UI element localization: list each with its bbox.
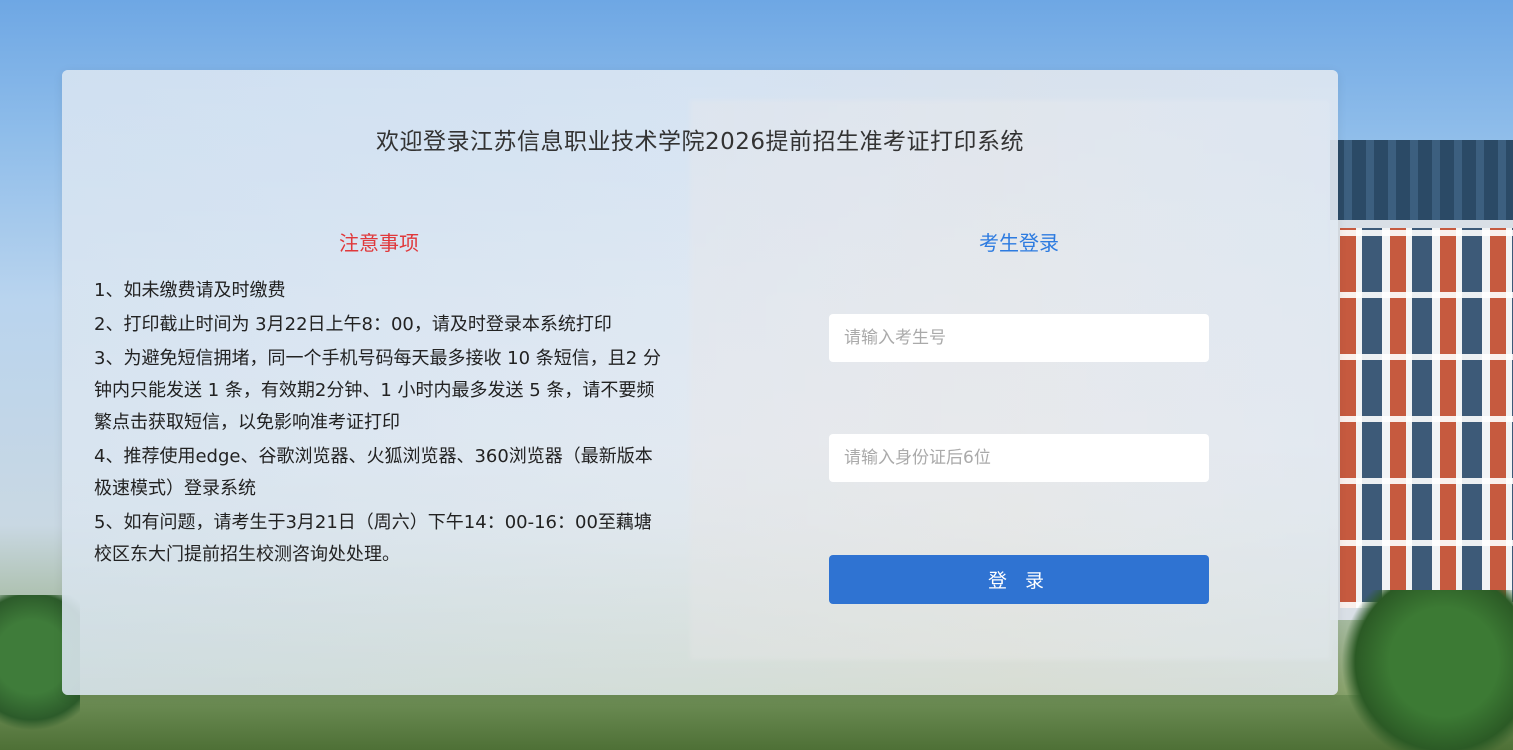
login-panel: 欢迎登录江苏信息职业技术学院2026提前招生准考证打印系统 注意事项 1、如未缴…: [62, 70, 1338, 695]
notice-item: 4、推荐使用edge、谷歌浏览器、火狐浏览器、360浏览器（最新版本极速模式）登…: [94, 446, 653, 499]
background-ground: [0, 695, 1513, 750]
page-title: 欢迎登录江苏信息职业技术学院2026提前招生准考证打印系统: [375, 129, 1025, 155]
notice-item: 1、如未缴费请及时缴费: [94, 280, 286, 301]
exam-number-input[interactable]: [829, 314, 1209, 362]
login-button[interactable]: 登 录: [829, 555, 1209, 604]
notice-item: 5、如有问题，请考生于3月21日（周六）下午14：00-16：00至藕塘校区东大…: [94, 512, 652, 565]
login-heading: 考生登录: [979, 231, 1059, 255]
background-building-roof: [1330, 140, 1513, 220]
notice-list: 1、如未缴费请及时缴费 2、打印截止时间为 3月22日上午8：00，请及时登录本…: [94, 275, 669, 573]
id-card-input[interactable]: [829, 434, 1209, 482]
notice-item: 2、打印截止时间为 3月22日上午8：00，请及时登录本系统打印: [94, 314, 612, 335]
notice-heading: 注意事项: [339, 231, 419, 255]
background-building-windows: [1340, 228, 1513, 608]
background-trees-right: [1340, 590, 1513, 750]
notice-item: 3、为避免短信拥堵，同一个手机号码每天最多接收 10 条短信，且2 分钟内只能发…: [94, 348, 661, 433]
